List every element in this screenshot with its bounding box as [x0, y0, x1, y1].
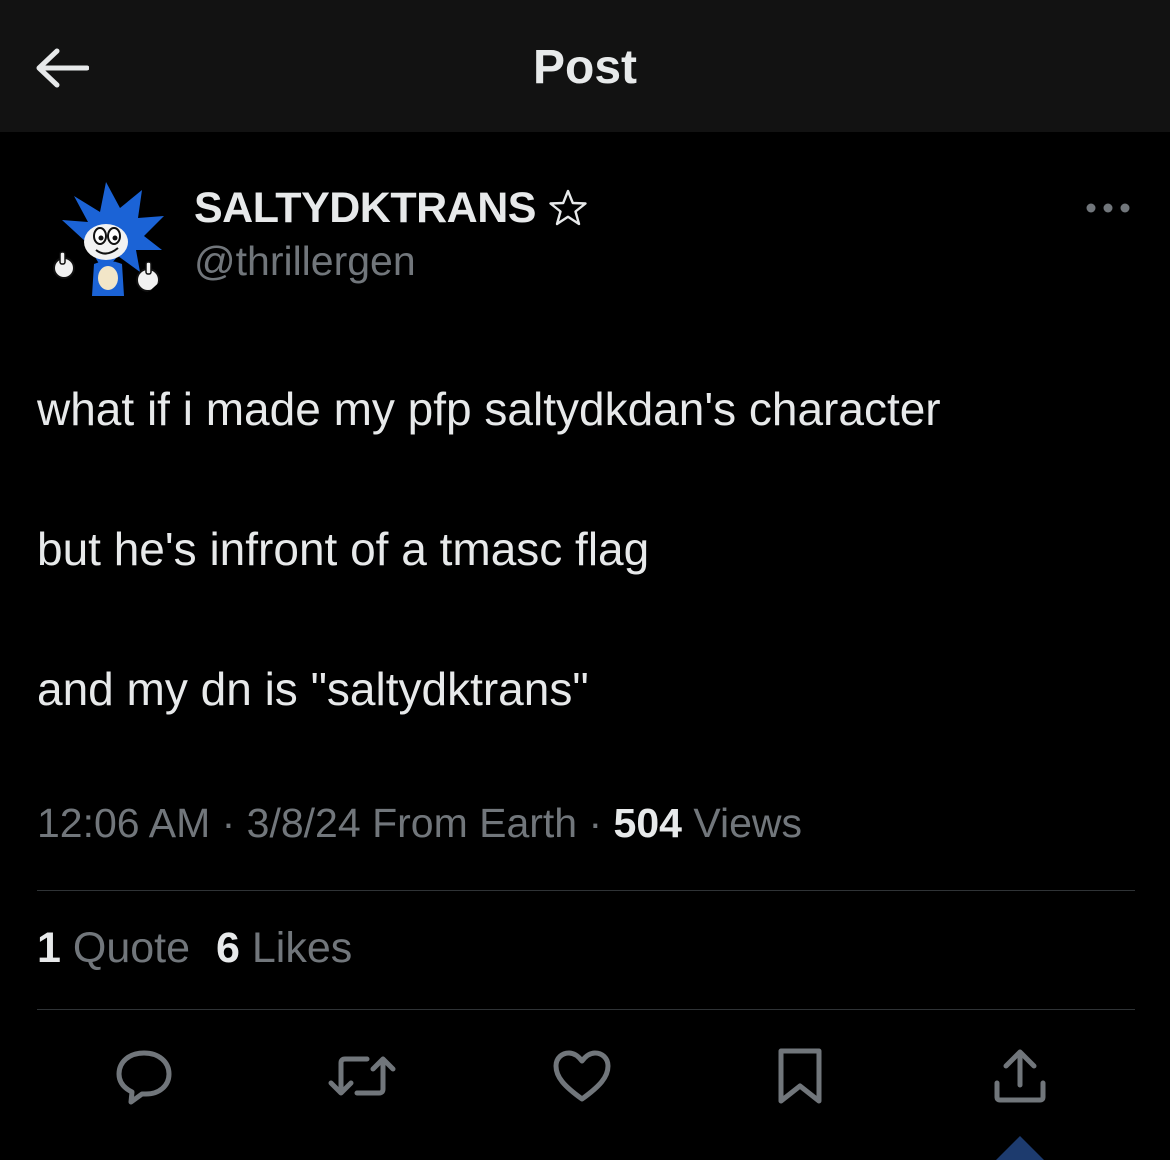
post-date[interactable]: 3/8/24: [247, 800, 361, 846]
divider: [37, 1009, 1135, 1010]
engagement-stats: 1 Quote 6 Likes: [37, 924, 352, 973]
page-title: Post: [532, 41, 637, 94]
divider: [37, 890, 1135, 891]
sonic-style-character-avatar-icon: [44, 172, 176, 304]
share-button[interactable]: [984, 1040, 1056, 1112]
repost-button[interactable]: [326, 1040, 398, 1112]
scroll-indicator-caret: [996, 1136, 1044, 1160]
views-label: Views: [681, 800, 802, 846]
star-outline-icon: [549, 189, 587, 226]
views-count: 504: [613, 800, 682, 846]
post-text-line: what if i made my pfp saltydkdan's chara…: [37, 383, 941, 435]
like-icon: [553, 1050, 611, 1102]
top-bar: Post: [0, 0, 1170, 132]
likes-count: 6: [216, 924, 240, 972]
display-name[interactable]: SALTYDKTRANS: [194, 184, 536, 233]
quotes-stat[interactable]: 1 Quote: [37, 924, 190, 973]
like-button[interactable]: [546, 1040, 618, 1112]
meta-separator: ·: [577, 800, 614, 846]
post-meta: 12:06 AM · 3/8/24 From Earth · 504 Views: [37, 800, 802, 847]
more-dots-icon: [1086, 203, 1130, 213]
more-options-button[interactable]: [1080, 190, 1136, 226]
share-icon: [994, 1049, 1046, 1103]
post-location: From Earth: [360, 800, 578, 846]
author-handle[interactable]: @thrillergen: [194, 238, 416, 285]
post-text-line: and my dn is "saltydktrans": [37, 663, 589, 715]
quotes-count: 1: [37, 924, 61, 972]
meta-separator: ·: [210, 800, 247, 846]
bookmark-icon: [778, 1048, 822, 1104]
bookmark-button[interactable]: [764, 1040, 836, 1112]
quotes-label: Quote: [60, 924, 191, 972]
author-name-row[interactable]: SALTYDKTRANS: [194, 182, 588, 234]
reply-icon: [116, 1050, 172, 1105]
repost-icon: [328, 1056, 396, 1096]
avatar[interactable]: [44, 172, 176, 304]
likes-stat[interactable]: 6 Likes: [216, 924, 352, 973]
post-time[interactable]: 12:06 AM: [37, 800, 210, 846]
likes-label: Likes: [239, 924, 353, 972]
post-text-line: but he's infront of a tmasc flag: [37, 523, 650, 575]
reply-button[interactable]: [108, 1040, 180, 1112]
